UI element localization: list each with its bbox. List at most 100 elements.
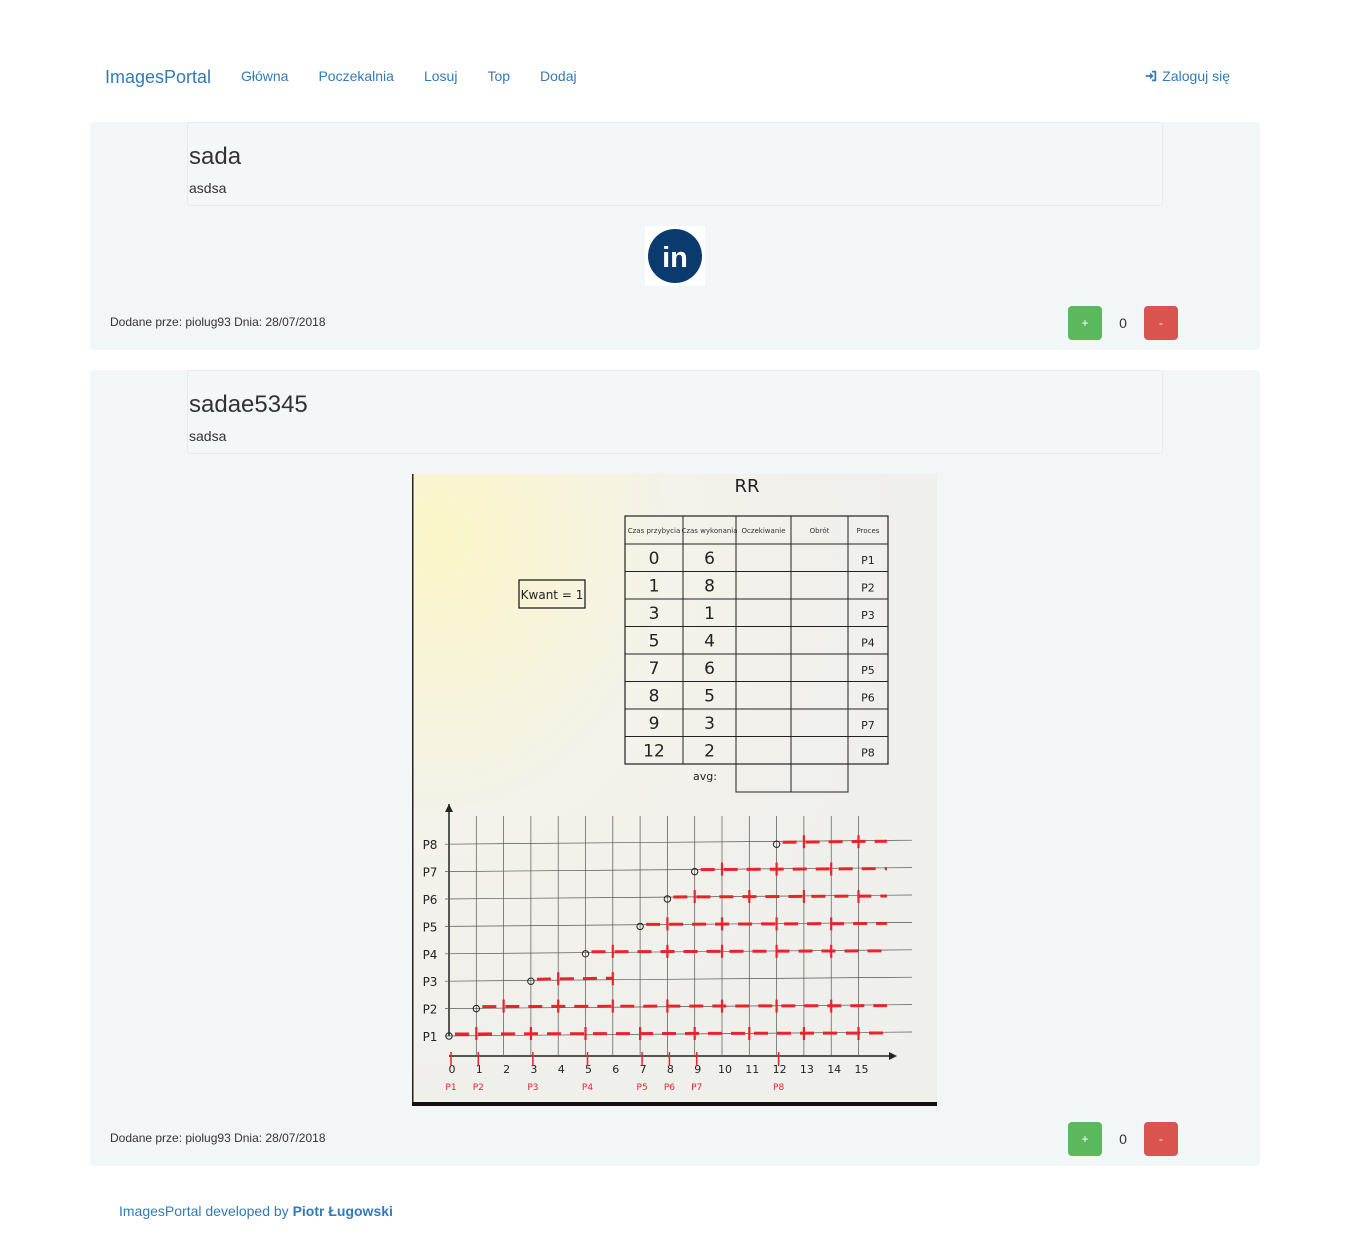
y-label: P3: [423, 975, 438, 989]
y-label: P4: [423, 948, 438, 962]
table-cell: 2: [704, 741, 715, 761]
login-link[interactable]: Zaloguj się: [1144, 68, 1230, 84]
table-cell: P2: [861, 581, 875, 594]
table-cell: P8: [861, 746, 875, 759]
arrival-label: P3: [527, 1083, 538, 1093]
table-cell: P5: [861, 664, 875, 677]
table-cell: 5: [649, 631, 660, 651]
x-label: 6: [612, 1063, 619, 1076]
upvote-button[interactable]: +: [1068, 306, 1102, 340]
table-header-cell: Czas wykonania: [681, 527, 737, 535]
arrival-label: P7: [691, 1083, 702, 1093]
x-label: 9: [694, 1063, 701, 1076]
photo-title: RR: [734, 476, 759, 497]
arrival-label: P4: [582, 1083, 593, 1093]
y-label: P7: [423, 866, 438, 880]
table-cell: 3: [649, 604, 660, 624]
brand-link[interactable]: ImagesPortal: [105, 67, 211, 88]
table-cell: 6: [704, 549, 715, 569]
post-card: sada asdsa in Dodane prze: piolug93 Dnia…: [90, 122, 1260, 350]
post-meta: Dodane prze: piolug93 Dnia: 28/07/2018: [110, 315, 326, 329]
svg-text:in: in: [662, 242, 688, 274]
score-value: 0: [1119, 1131, 1127, 1147]
downvote-button[interactable]: -: [1144, 306, 1178, 340]
post-image[interactable]: RR Kwant = 1 Czas przybycia Czas wykonania O…: [412, 474, 937, 1106]
x-label: 12: [773, 1063, 787, 1076]
vote-controls: + 0 -: [1068, 306, 1178, 340]
post-title[interactable]: sada: [189, 143, 241, 171]
table-cell: 1: [649, 576, 660, 596]
table-header-cell: Obrót: [810, 527, 830, 535]
nav-link-poczekalnia[interactable]: Poczekalnia: [318, 68, 394, 84]
avg-label: avg:: [693, 770, 717, 783]
nav-link-losuj[interactable]: Losuj: [424, 68, 457, 84]
table-cell: 5: [704, 686, 715, 706]
post-description: sadsa: [189, 428, 227, 444]
x-label: 5: [585, 1063, 592, 1076]
post-header: sadae5345 sadsa: [187, 370, 1163, 454]
footer-author-link[interactable]: Piotr Ługowski: [293, 1203, 393, 1219]
login-icon: [1146, 70, 1157, 82]
arrival-label: P6: [664, 1083, 675, 1093]
arrival-label: P1: [445, 1083, 456, 1093]
post-description: asdsa: [189, 180, 227, 196]
table-header-cell: Czas przybycia: [628, 527, 681, 535]
table-cell: 6: [704, 659, 715, 679]
footer: ImagesPortal developed by Piotr Ługowski: [119, 1203, 393, 1219]
y-label: P5: [423, 920, 438, 934]
x-label: 14: [827, 1063, 841, 1076]
arrival-label: P2: [473, 1083, 484, 1093]
post-header: sada asdsa: [187, 122, 1163, 206]
table-cell: 9: [649, 714, 660, 734]
post-image[interactable]: in: [645, 226, 705, 286]
linkedin-logo-icon: in: [648, 229, 702, 283]
vote-controls: + 0 -: [1068, 1122, 1178, 1156]
table-cell: P6: [861, 691, 875, 704]
x-label: 7: [640, 1063, 647, 1076]
upvote-button[interactable]: +: [1068, 1122, 1102, 1156]
kwant-label: Kwant = 1: [521, 588, 584, 602]
table-cell: P1: [861, 554, 875, 567]
arrival-label: P8: [773, 1083, 784, 1093]
handwritten-chart-photo: RR Kwant = 1 Czas przybycia Czas wykonania O…: [412, 474, 937, 1102]
x-label: 15: [855, 1063, 869, 1076]
table-header-cell: Proces: [857, 527, 880, 535]
y-label: P1: [423, 1030, 438, 1044]
nav-link-glowna[interactable]: Główna: [241, 68, 288, 84]
x-label: 2: [503, 1063, 510, 1076]
footer-text: ImagesPortal developed by: [119, 1203, 293, 1219]
x-label: 8: [667, 1063, 674, 1076]
table-cell: 4: [704, 631, 715, 651]
table-cell: 7: [649, 659, 660, 679]
arrival-label: P5: [637, 1083, 648, 1093]
x-label: 1: [476, 1063, 483, 1076]
downvote-button[interactable]: -: [1144, 1122, 1178, 1156]
x-label: 10: [718, 1063, 732, 1076]
y-label: P2: [423, 1003, 438, 1017]
table-cell: P4: [861, 636, 875, 649]
table-cell: 12: [643, 741, 665, 761]
table-cell: P3: [861, 609, 875, 622]
post-meta: Dodane prze: piolug93 Dnia: 28/07/2018: [110, 1131, 326, 1145]
navbar: ImagesPortal Główna Poczekalnia Losuj To…: [90, 52, 1260, 102]
nav-link-dodaj[interactable]: Dodaj: [540, 68, 577, 84]
table-cell: 8: [649, 686, 660, 706]
login-label: Zaloguj się: [1162, 68, 1230, 84]
x-label: 13: [800, 1063, 814, 1076]
table-cell: 1: [704, 604, 715, 624]
post-card: sadae5345 sadsa RR Kwant = 1 Czas przybyci…: [90, 370, 1260, 1166]
post-title[interactable]: sadae5345: [189, 391, 308, 419]
y-label: P6: [423, 893, 438, 907]
x-label: 4: [558, 1063, 565, 1076]
x-label: 3: [530, 1063, 537, 1076]
table-cell: 8: [704, 576, 715, 596]
table-cell: 0: [649, 549, 660, 569]
y-label: P8: [423, 838, 438, 852]
nav-links: Główna Poczekalnia Losuj Top Dodaj: [241, 68, 577, 84]
nav-link-top[interactable]: Top: [487, 68, 510, 84]
x-label: 11: [745, 1063, 759, 1076]
score-value: 0: [1119, 315, 1127, 331]
table-cell: P7: [861, 719, 875, 732]
table-cell: 3: [704, 714, 715, 734]
table-header-cell: Oczekiwanie: [741, 527, 785, 535]
